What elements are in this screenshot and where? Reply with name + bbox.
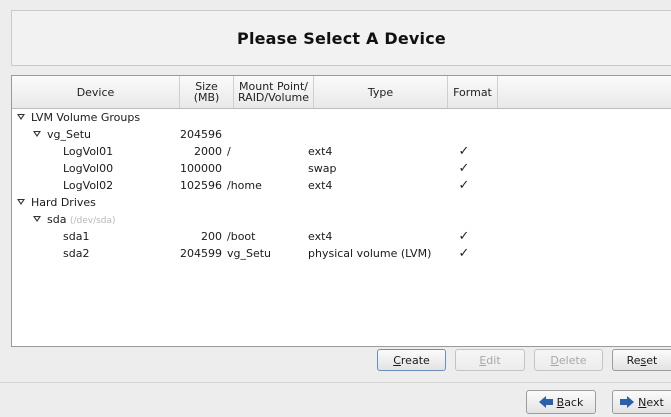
next-mnemonic: N [638, 395, 647, 409]
device-name: LogVol00 [63, 162, 114, 175]
format-check-icon: ✓ [458, 229, 470, 244]
back-label: ack [564, 395, 584, 409]
reset-button[interactable]: Re s et [612, 349, 671, 371]
device-tree[interactable]: Device Size (MB) Mount Point/ RAID/Volum… [11, 75, 671, 347]
tree-row-logvol00[interactable]: LogVol00 100000 swap ✓ [12, 160, 671, 177]
device-name: LogVol01 [63, 145, 114, 158]
device-size: 204596 [180, 128, 222, 141]
delete-mnemonic: D [550, 353, 559, 367]
tree-header: Device Size (MB) Mount Point/ RAID/Volum… [12, 76, 671, 109]
device-type: ext4 [308, 230, 333, 243]
column-header-device[interactable]: Device [12, 76, 180, 108]
edit-label-post: dit [486, 353, 501, 367]
reset-label-post: et [646, 353, 658, 367]
partition-actions: Create Edit Delete Re s et [0, 347, 671, 373]
device-size: 204599 [180, 247, 222, 260]
page-header: Please Select A Device [11, 10, 671, 66]
next-button[interactable]: Next [612, 390, 671, 414]
expander-expanded-icon[interactable] [17, 199, 25, 205]
page-title: Please Select A Device [237, 28, 446, 48]
back-arrow-icon [538, 396, 553, 408]
device-name: sda1 [63, 230, 90, 243]
device-size: 200 [201, 230, 222, 243]
create-button[interactable]: Create [377, 349, 446, 371]
delete-label-post: elete [558, 353, 587, 367]
column-label-size-unit: (MB) [193, 91, 220, 104]
device-name: vg_Setu [47, 128, 92, 141]
format-check-icon: ✓ [458, 161, 470, 176]
device-size: 102596 [180, 179, 222, 192]
column-header-filler [498, 76, 671, 108]
column-label-type: Type [367, 85, 394, 99]
device-size: 100000 [180, 162, 222, 175]
edit-mnemonic: E [479, 353, 487, 367]
device-type: ext4 [308, 179, 333, 192]
expander-expanded-icon[interactable] [33, 216, 41, 222]
tree-row-sda2[interactable]: sda2 204599 vg_Setu physical volume (LVM… [12, 245, 671, 262]
tree-row-vg-setu[interactable]: vg_Setu 204596 [12, 126, 671, 143]
device-type: physical volume (LVM) [308, 247, 432, 260]
column-header-mount[interactable]: Mount Point/ RAID/Volume [234, 76, 314, 108]
tree-row-sda[interactable]: sda (/dev/sda) [12, 211, 671, 228]
format-check-icon: ✓ [458, 246, 470, 261]
device-mount: /home [227, 179, 262, 192]
next-label: ext [646, 395, 664, 409]
expander-expanded-icon[interactable] [17, 114, 25, 120]
tree-row-logvol02[interactable]: LogVol02 102596 /home ext4 ✓ [12, 177, 671, 194]
column-label-device: Device [76, 85, 115, 99]
device-type: ext4 [308, 145, 333, 158]
device-mount: /boot [227, 230, 256, 243]
column-header-size[interactable]: Size (MB) [180, 76, 234, 108]
next-arrow-icon [620, 396, 635, 408]
format-check-icon: ✓ [458, 144, 470, 159]
tree-row-sda1[interactable]: sda1 200 /boot ext4 ✓ [12, 228, 671, 245]
device-path: (/dev/sda) [69, 216, 116, 226]
device-name: LVM Volume Groups [31, 111, 141, 124]
divider [0, 382, 671, 383]
delete-button[interactable]: Delete [534, 349, 603, 371]
device-mount: / [227, 145, 231, 158]
device-mount: vg_Setu [227, 247, 272, 260]
format-check-icon: ✓ [458, 178, 470, 193]
back-mnemonic: B [556, 395, 565, 409]
device-name: LogVol02 [63, 179, 114, 192]
edit-button[interactable]: Edit [455, 349, 525, 371]
create-label-post: reate [400, 353, 430, 367]
back-button[interactable]: Back [526, 390, 596, 414]
device-name-group: sda (/dev/sda) [47, 211, 116, 228]
column-label-raid: RAID/Volume [237, 91, 310, 104]
column-label-format: Format [453, 85, 492, 99]
device-name: sda [47, 213, 67, 226]
device-type: swap [308, 162, 337, 175]
device-name: Hard Drives [31, 196, 96, 209]
tree-row-logvol01[interactable]: LogVol01 2000 / ext4 ✓ [12, 143, 671, 160]
tree-row-hard-drives[interactable]: Hard Drives [12, 194, 671, 211]
device-size: 2000 [194, 145, 222, 158]
device-name: sda2 [63, 247, 90, 260]
column-header-format[interactable]: Format [448, 76, 498, 108]
create-mnemonic: C [393, 353, 401, 367]
tree-row-lvm-volume-groups[interactable]: LVM Volume Groups [12, 109, 671, 126]
reset-label-pre: Re [626, 353, 641, 367]
expander-expanded-icon[interactable] [33, 131, 41, 137]
column-header-type[interactable]: Type [314, 76, 448, 108]
